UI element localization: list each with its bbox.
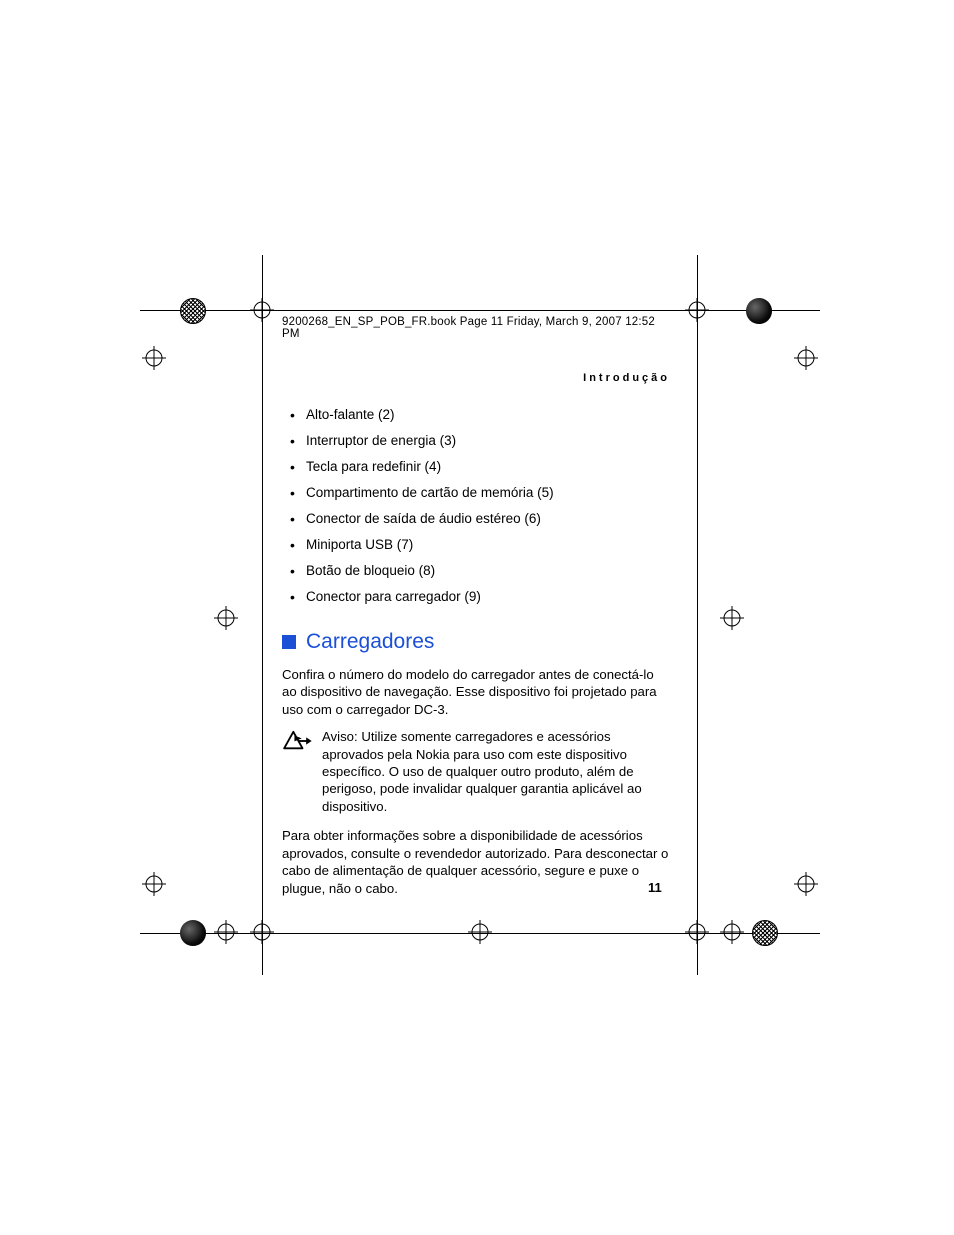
registration-cross-icon [250, 920, 274, 944]
list-item: Botão de bloqueio (8) [282, 562, 670, 580]
registration-cross-icon [214, 920, 238, 944]
crop-line [697, 255, 698, 975]
registration-cross-icon [685, 298, 709, 322]
feature-bullet-list: Alto-falante (2) Interruptor de energia … [282, 406, 670, 606]
registration-dot-icon [180, 920, 206, 946]
registration-dot-icon [746, 298, 772, 324]
registration-cross-icon [720, 606, 744, 630]
list-item: Compartimento de cartão de memória (5) [282, 484, 670, 502]
section-header: Introdução [282, 372, 670, 384]
crop-line [140, 310, 820, 311]
registration-cross-icon [720, 920, 744, 944]
warning-block: Aviso: Utilize somente carregadores e ac… [282, 728, 670, 815]
crop-line [262, 255, 263, 975]
list-item: Interruptor de energia (3) [282, 432, 670, 450]
list-item: Tecla para redefinir (4) [282, 458, 670, 476]
section-heading: Carregadores [282, 630, 670, 654]
list-item: Alto-falante (2) [282, 406, 670, 424]
registration-cross-icon [794, 872, 818, 896]
registration-cross-icon [214, 606, 238, 630]
registration-cross-icon [685, 920, 709, 944]
registration-cross-icon [468, 920, 492, 944]
registration-mark-icon [180, 298, 206, 324]
warning-text: Aviso: Utilize somente carregadores e ac… [322, 728, 670, 815]
registration-cross-icon [142, 872, 166, 896]
page-number: 11 [648, 880, 662, 895]
registration-cross-icon [142, 346, 166, 370]
square-bullet-icon [282, 635, 296, 649]
warning-icon [282, 728, 312, 815]
page-content: 9200268_EN_SP_POB_FR.book Page 11 Friday… [282, 316, 670, 907]
registration-cross-icon [794, 346, 818, 370]
print-header-line: 9200268_EN_SP_POB_FR.book Page 11 Friday… [282, 316, 670, 340]
heading-text: Carregadores [306, 630, 434, 654]
registration-mark-icon [752, 920, 778, 946]
list-item: Miniporta USB (7) [282, 536, 670, 554]
registration-cross-icon [250, 298, 274, 322]
body-paragraph: Confira o número do modelo do carregador… [282, 666, 670, 718]
list-item: Conector para carregador (9) [282, 588, 670, 606]
list-item: Conector de saída de áudio estéreo (6) [282, 510, 670, 528]
body-paragraph: Para obter informações sobre a disponibi… [282, 827, 670, 897]
